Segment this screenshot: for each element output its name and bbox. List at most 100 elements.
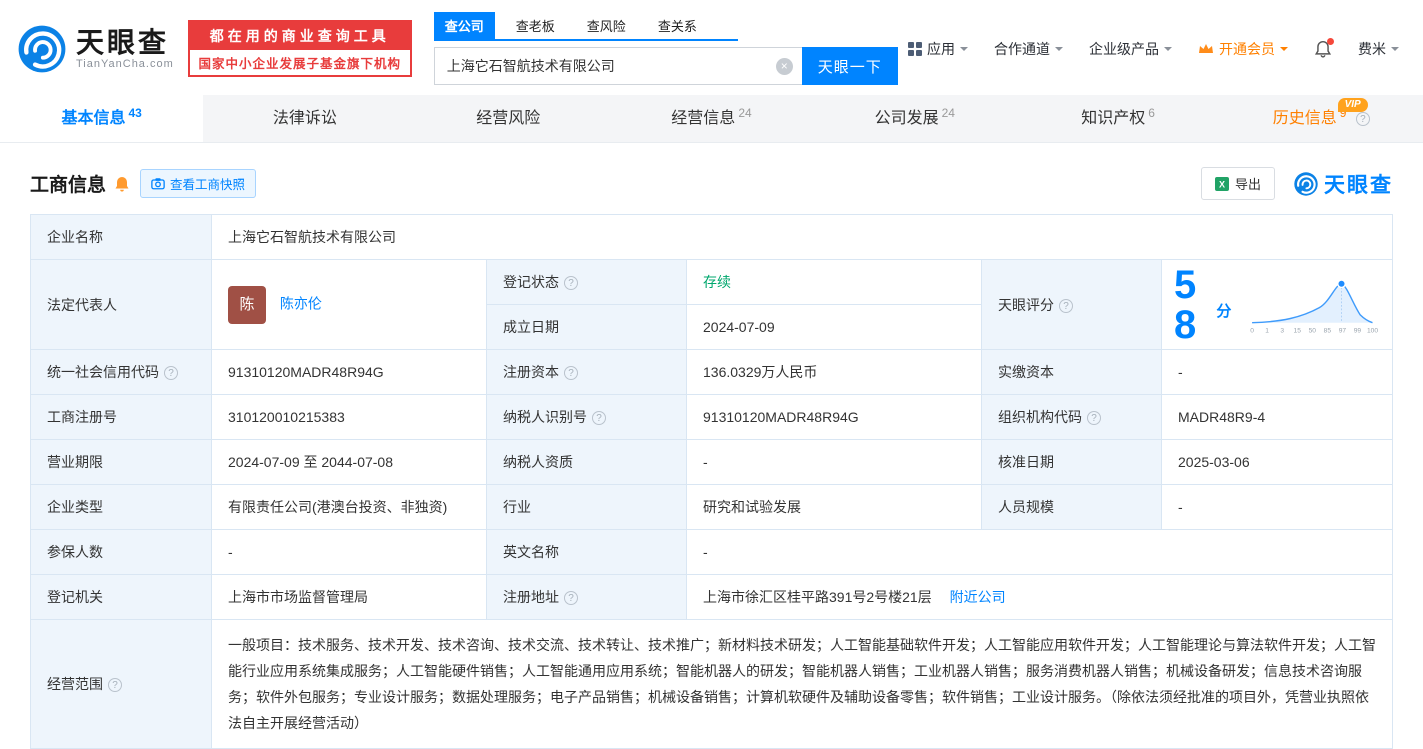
export-button[interactable]: X 导出 [1201,167,1275,200]
search-block: 查公司 查老板 查风险 查关系 × 天眼一下 [434,12,898,85]
score-unit: 分 [1216,302,1231,322]
score-label-text: 天眼评分 [998,297,1054,313]
tab-business-info[interactable]: 经营信息24 [610,95,813,142]
help-icon[interactable] [108,678,122,692]
tab-legal-proceedings[interactable]: 法律诉讼 [203,95,406,142]
business-info-table: 企业名称 上海它石智航技术有限公司 法定代表人 陈 陈亦伦 登记状态 存续 天眼… [30,214,1393,749]
menu-partners[interactable]: 合作通道 [994,39,1063,59]
industry-value: 研究和试验发展 [687,485,982,530]
tab-label: 历史信息 [1273,110,1337,127]
company-name-value: 上海它石智航技术有限公司 [212,215,1393,260]
english-name-value: - [687,530,1393,575]
search-button[interactable]: 天眼一下 [802,47,898,85]
tab-count: 43 [128,106,141,120]
notification-bell[interactable] [1314,40,1332,58]
industry-label: 行业 [487,485,687,530]
clear-icon[interactable]: × [776,58,793,75]
reg-capital-label: 注册资本 [487,350,687,395]
insured-count-value: - [212,530,487,575]
search-tab-company[interactable]: 查公司 [434,12,495,39]
help-icon[interactable] [1059,299,1073,313]
menu-user[interactable]: 费米 [1358,39,1399,59]
taxpayer-id-label: 纳税人识别号 [487,395,687,440]
tianyancha-logo-icon [1293,171,1319,197]
search-tab-relation[interactable]: 查关系 [647,12,708,39]
search-tab-risk[interactable]: 查风险 [576,12,637,39]
help-icon[interactable] [592,411,606,425]
menu-apps[interactable]: 应用 [908,39,968,59]
company-type-label: 企业类型 [31,485,212,530]
business-scope-value: 一般项目：技术服务、技术开发、技术咨询、技术交流、技术转让、技术推广；新材料技术… [212,620,1393,749]
slogan-line2: 国家中小企业发展子基金旗下机构 [190,50,410,75]
help-icon[interactable] [564,276,578,290]
brand-watermark[interactable]: 天眼查 [1293,169,1393,199]
business-scope-label: 经营范围 [31,620,212,749]
reg-capital-label-text: 注册资本 [503,364,559,380]
legal-rep-avatar[interactable]: 陈 [228,286,266,324]
tab-history-info[interactable]: VIP 历史信息9 [1220,95,1423,142]
reg-capital-value: 136.0329万人民币 [687,350,982,395]
business-term-value: 2024-07-09 至 2044-07-08 [212,440,487,485]
tab-business-risk[interactable]: 经营风险 [407,95,610,142]
svg-text:85: 85 [1324,327,1332,334]
org-code-label-text: 组织机构代码 [998,409,1082,425]
tab-count: 24 [738,106,751,120]
chevron-down-icon [1280,47,1288,55]
tab-label: 经营风险 [476,110,540,127]
nearby-companies-link[interactable]: 附近公司 [950,589,1006,605]
approval-date-label: 核准日期 [982,440,1162,485]
taxpayer-id-label-text: 纳税人识别号 [503,409,587,425]
taxpayer-id-value: 91310120MADR48R94G [687,395,982,440]
english-name-label: 英文名称 [487,530,687,575]
logo-text: 天眼查 TianYanCha.com [76,28,174,70]
table-row: 统一社会信用代码 91310120MADR48R94G 注册资本 136.032… [31,350,1393,395]
tianyancha-logo[interactable]: 天眼查 TianYanCha.com [16,23,174,75]
tab-label: 知识产权 [1081,110,1145,127]
score-label: 天眼评分 [982,260,1162,350]
company-type-value: 有限责任公司(港澳台投资、非独资) [212,485,487,530]
menu-enterprise[interactable]: 企业级产品 [1089,39,1172,59]
reg-status-label: 登记状态 [487,260,687,305]
logo-domain: TianYanCha.com [76,58,174,70]
menu-vip[interactable]: 开通会员 [1198,39,1288,59]
table-row: 经营范围 一般项目：技术服务、技术开发、技术咨询、技术交流、技术转让、技术推广；… [31,620,1393,749]
section-title: 工商信息 [30,170,106,197]
table-row: 参保人数 - 英文名称 - [31,530,1393,575]
reg-number-label: 工商注册号 [31,395,212,440]
table-row: 法定代表人 陈 陈亦伦 登记状态 存续 天眼评分 58 分 [31,260,1393,305]
credit-code-label-text: 统一社会信用代码 [47,364,159,380]
menu-apps-label: 应用 [927,39,955,59]
credit-code-label: 统一社会信用代码 [31,350,212,395]
section-header-right: X 导出 天眼查 [1201,167,1393,200]
legal-rep-link[interactable]: 陈亦伦 [280,295,322,311]
reg-address-label-text: 注册地址 [503,589,559,605]
help-icon[interactable] [1356,112,1370,126]
org-code-label: 组织机构代码 [982,395,1162,440]
search-tabs: 查公司 查老板 查风险 查关系 [434,12,738,41]
credit-code-value: 91310120MADR48R94G [212,350,487,395]
chevron-down-icon [960,47,968,55]
help-icon[interactable] [164,366,178,380]
company-nav-tabs: 基本信息43 法律诉讼 经营风险 经营信息24 公司发展24 知识产权6 VIP… [0,95,1423,143]
org-code-value: MADR48R9-4 [1162,395,1393,440]
tab-intellectual-property[interactable]: 知识产权6 [1016,95,1219,142]
chevron-down-icon [1055,47,1063,55]
search-tab-boss[interactable]: 查老板 [505,12,566,39]
score-chart: 0 1 3 15 50 85 97 99 100 [1245,270,1380,340]
help-icon[interactable] [564,591,578,605]
reg-authority-value: 上海市市场监督管理局 [212,575,487,620]
help-icon[interactable] [1087,411,1101,425]
search-input[interactable] [435,48,802,84]
help-icon[interactable] [564,366,578,380]
subscribe-bell-icon[interactable] [114,176,130,192]
tab-basic-info[interactable]: 基本信息43 [0,95,203,142]
snapshot-button[interactable]: 查看工商快照 [140,169,256,198]
slogan-badge: 都在用的商业查询工具 国家中小企业发展子基金旗下机构 [188,20,412,77]
svg-text:97: 97 [1339,327,1347,334]
menu-user-label: 费米 [1358,39,1386,59]
paid-capital-value: - [1162,350,1393,395]
tab-company-development[interactable]: 公司发展24 [813,95,1016,142]
reg-authority-label: 登记机关 [31,575,212,620]
brand-text: 天眼查 [1324,169,1393,199]
table-row: 企业类型 有限责任公司(港澳台投资、非独资) 行业 研究和试验发展 人员规模 - [31,485,1393,530]
